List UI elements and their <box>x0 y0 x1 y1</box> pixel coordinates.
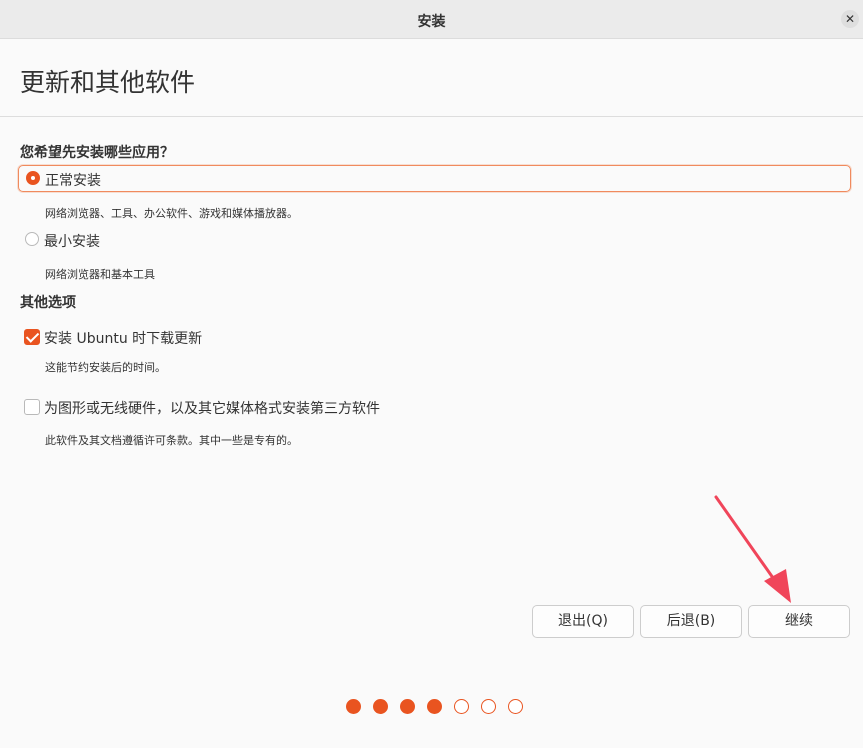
quit-button[interactable]: 退出(Q) <box>532 605 634 638</box>
back-button[interactable]: 后退(B) <box>640 605 742 638</box>
checkbox-third-party-software[interactable]: 为图形或无线硬件，以及其它媒体格式安装第三方软件 <box>24 397 414 417</box>
progress-dot-completed <box>373 699 388 714</box>
radio-normal-install[interactable]: 正常安装 <box>18 165 851 192</box>
minimal-install-description: 网络浏览器和基本工具 <box>45 268 155 281</box>
radio-minimal-install[interactable]: 最小安装 <box>18 227 218 254</box>
radio-checked-icon <box>26 171 40 185</box>
other-options-title: 其他选项 <box>20 295 76 311</box>
progress-dot-completed <box>427 699 442 714</box>
radio-minimal-install-label: 最小安装 <box>44 234 100 250</box>
install-type-question: 您希望先安装哪些应用？ <box>20 145 174 161</box>
window-title: 安装 <box>417 14 446 30</box>
progress-dot-completed <box>346 699 361 714</box>
progress-dot-pending <box>508 699 523 714</box>
close-button[interactable]: ✕ <box>841 10 859 28</box>
third-party-software-description: 此软件及其文档遵循许可条款。其中一些是专有的。 <box>45 434 298 447</box>
close-icon: ✕ <box>844 12 856 26</box>
page-title: 更新和其他软件 <box>20 68 196 97</box>
annotation-arrow <box>714 495 791 603</box>
checkbox-unchecked-icon <box>24 399 40 415</box>
header-divider <box>0 116 863 117</box>
progress-dot-completed <box>400 699 415 714</box>
radio-normal-install-label: 正常安装 <box>45 173 101 189</box>
checkbox-download-updates-label: 安装 Ubuntu 时下载更新 <box>44 331 203 347</box>
title-bar: 安装 ✕ <box>0 0 863 39</box>
installer-window: 安装 ✕ 更新和其他软件 您希望先安装哪些应用？ 正常安装 网络浏览器、工具、办… <box>0 0 863 748</box>
progress-dot-pending <box>454 699 469 714</box>
checkbox-third-party-software-label: 为图形或无线硬件，以及其它媒体格式安装第三方软件 <box>44 401 380 417</box>
normal-install-description: 网络浏览器、工具、办公软件、游戏和媒体播放器。 <box>45 207 298 220</box>
radio-unchecked-icon <box>25 232 39 246</box>
download-updates-description: 这能节约安装后的时间。 <box>45 361 166 374</box>
progress-dot-pending <box>481 699 496 714</box>
checkbox-checked-icon <box>24 329 40 345</box>
continue-button[interactable]: 继续 <box>748 605 850 638</box>
checkbox-download-updates[interactable]: 安装 Ubuntu 时下载更新 <box>24 327 224 347</box>
